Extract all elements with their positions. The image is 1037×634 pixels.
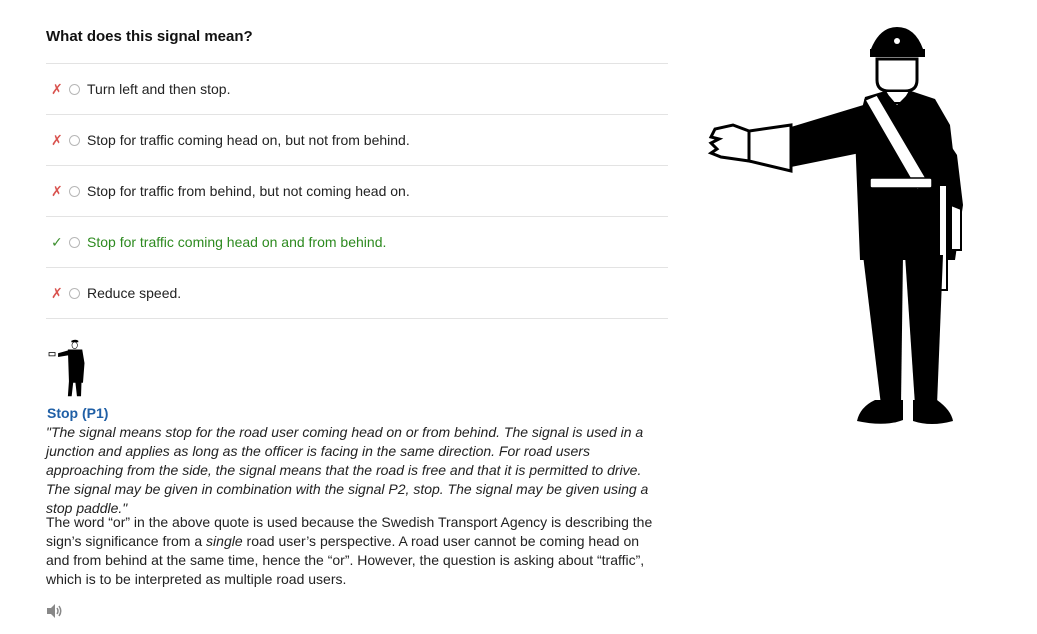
question-title: What does this signal mean? (46, 28, 253, 45)
check-mark-icon: ✓ (51, 233, 63, 250)
wrong-mark-icon: ✗ (51, 131, 63, 148)
wrong-mark-icon: ✗ (51, 80, 63, 97)
traffic-officer-thumbnail-icon (48, 339, 85, 397)
answer-option[interactable]: ✗ Stop for traffic from behind, but not … (46, 166, 668, 217)
radio-button[interactable] (69, 134, 80, 146)
answer-option[interactable]: ✗ Stop for traffic coming head on, but n… (46, 115, 668, 166)
answer-option-label: Stop for traffic coming head on, but not… (87, 132, 410, 148)
answer-option-correct[interactable]: ✓ Stop for traffic coming head on and fr… (46, 217, 668, 268)
answer-option-label: Reduce speed. (87, 285, 182, 301)
traffic-officer-illustration (707, 27, 963, 424)
wrong-mark-icon: ✗ (51, 284, 63, 301)
answer-option[interactable]: ✗ Turn left and then stop. (46, 64, 668, 115)
radio-button[interactable] (69, 287, 80, 299)
radio-button[interactable] (69, 185, 80, 197)
explanation-quote: "The signal means stop for the road user… (46, 424, 649, 516)
wrong-mark-icon: ✗ (51, 182, 63, 199)
answer-option[interactable]: ✗ Reduce speed. (46, 268, 668, 319)
radio-button[interactable] (69, 83, 80, 95)
answer-option-label: Stop for traffic coming head on and from… (87, 234, 387, 250)
radio-button[interactable] (69, 236, 80, 248)
speaker-icon[interactable] (46, 603, 64, 619)
explanation-note: The word “or” in the above quote is used… (46, 513, 661, 589)
answer-options: ✗ Turn left and then stop. ✗ Stop for tr… (46, 63, 668, 319)
answer-option-label: Turn left and then stop. (87, 81, 231, 97)
answer-option-label: Stop for traffic from behind, but not co… (87, 183, 410, 199)
explanation-title: Stop (P1) (47, 405, 109, 421)
explanation-note-emphasis: single (206, 533, 243, 549)
